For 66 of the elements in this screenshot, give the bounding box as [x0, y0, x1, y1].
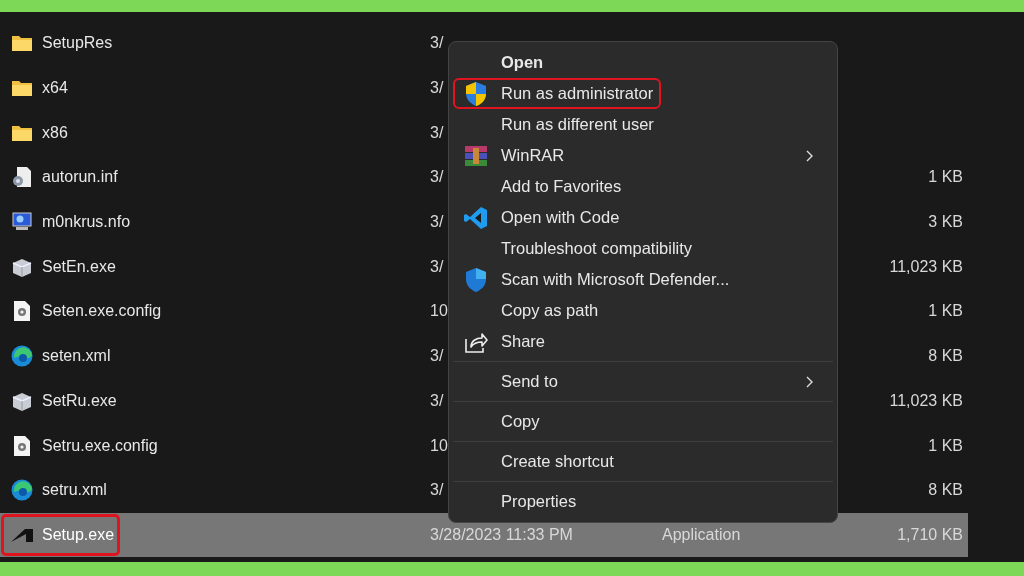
file-size: 8 KB — [928, 481, 963, 499]
menu-item[interactable]: Scan with Microsoft Defender... — [453, 264, 833, 295]
file-date: 3/ — [430, 168, 444, 186]
archive-books-icon — [464, 143, 488, 168]
code-editor-icon — [464, 205, 488, 230]
file-date: 3/ — [430, 391, 444, 409]
file-date: 3/28/2023 11:33 PM — [430, 525, 573, 543]
menu-item[interactable]: Copy — [453, 406, 833, 437]
menu-item[interactable]: Troubleshoot compatibility — [453, 233, 833, 264]
file-date: 3/ — [430, 257, 444, 275]
file-date: 10 — [430, 302, 448, 320]
share-icon — [464, 330, 488, 353]
file-size: 1 KB — [928, 168, 963, 186]
file-name[interactable]: SetEn.exe — [36, 245, 122, 288]
menu-item[interactable]: Properties — [453, 486, 833, 517]
file-date: 3/ — [430, 347, 444, 365]
menu-item[interactable]: Open — [453, 47, 833, 78]
file-name[interactable]: x64 — [36, 67, 74, 110]
file-size: 1 KB — [928, 302, 963, 320]
menu-item[interactable]: Run as administrator — [453, 78, 662, 109]
shield-icon — [464, 266, 488, 293]
config-file-icon — [13, 300, 31, 323]
file-date: 10 — [430, 436, 448, 454]
file-name[interactable]: Setru.exe.config — [36, 424, 164, 467]
file-name[interactable]: SetupRes — [36, 22, 119, 65]
file-date: 3/ — [430, 79, 444, 97]
file-name[interactable]: Setup.exe — [1, 513, 121, 556]
menu-item[interactable]: Open with Code — [453, 202, 833, 233]
app-logo-icon — [10, 526, 34, 543]
file-name[interactable]: setru.xml — [36, 469, 113, 512]
settings-file-icon — [11, 166, 33, 189]
file-size: 3 KB — [928, 213, 963, 231]
browser-icon — [11, 345, 33, 368]
file-date: 3/ — [430, 34, 444, 52]
file-name[interactable]: autorun.inf — [36, 156, 124, 199]
shield-icon — [464, 80, 488, 107]
menu-item[interactable]: WinRAR — [453, 140, 833, 171]
file-type: Application — [662, 525, 741, 543]
file-name[interactable]: x86 — [36, 111, 74, 154]
chevron-right-icon — [805, 149, 813, 162]
file-size: 1 KB — [928, 436, 963, 454]
file-name[interactable]: Seten.exe.config — [36, 290, 168, 333]
file-size: 8 KB — [928, 347, 963, 365]
file-size: 1,710 KB — [897, 525, 963, 543]
file-size: 11,023 KB — [889, 391, 963, 409]
menu-item[interactable]: Share — [453, 326, 833, 357]
installer-box-icon — [11, 390, 33, 411]
menu-item[interactable]: Send to — [453, 366, 833, 397]
menu-item[interactable]: Add to Favorites — [453, 171, 833, 202]
config-file-icon — [13, 434, 31, 457]
menu-item[interactable]: Create shortcut — [453, 446, 833, 477]
chevron-right-icon — [805, 375, 813, 388]
file-date: 3/ — [430, 213, 444, 231]
menu-item[interactable]: Run as different user — [453, 109, 833, 140]
file-size: 11,023 KB — [889, 257, 963, 275]
file-date: 3/ — [430, 123, 444, 141]
file-date: 3/ — [430, 481, 444, 499]
file-name[interactable]: m0nkrus.nfo — [36, 201, 137, 244]
installer-box-icon — [11, 256, 33, 277]
folder-icon — [11, 123, 33, 142]
folder-icon — [11, 34, 33, 53]
menu-item[interactable]: Copy as path — [453, 295, 833, 326]
folder-icon — [11, 79, 33, 98]
browser-icon — [11, 479, 33, 502]
file-name[interactable]: SetRu.exe — [36, 379, 123, 422]
file-name[interactable]: seten.xml — [36, 335, 117, 378]
